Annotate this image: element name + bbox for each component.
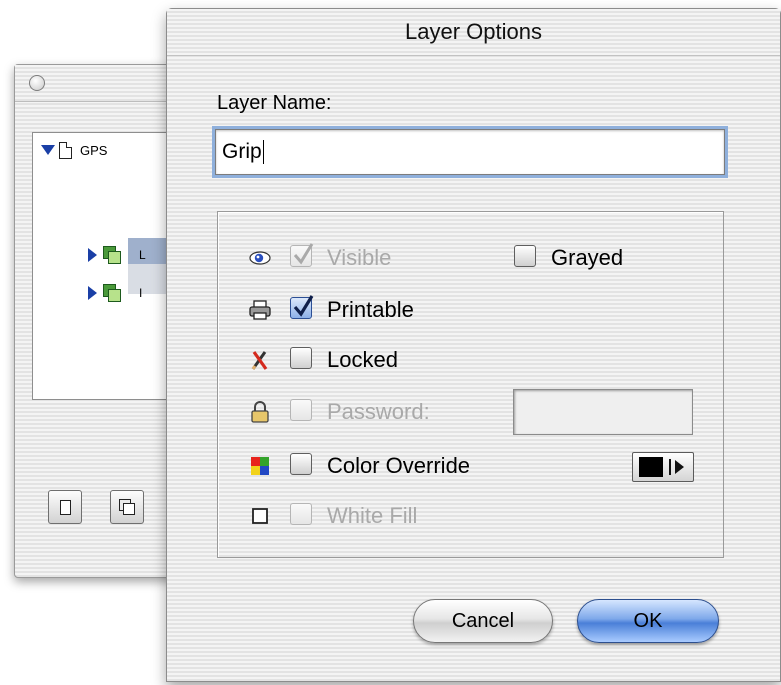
tree-item-label: GPS bbox=[80, 142, 108, 158]
white-fill-label: White Fill bbox=[327, 503, 418, 528]
new-document-icon bbox=[59, 499, 71, 515]
padlock-icon bbox=[248, 400, 272, 424]
color-override-label: Color Override bbox=[327, 453, 471, 478]
duplicate-layer-button[interactable] bbox=[110, 490, 144, 524]
visible-label: Visible bbox=[327, 245, 392, 270]
white-fill-checkbox[interactable] bbox=[290, 503, 312, 525]
popup-arrow-icon bbox=[675, 460, 684, 474]
grayed-checkbox[interactable] bbox=[514, 245, 536, 267]
text-caret bbox=[262, 140, 264, 165]
grayed-label: Grayed bbox=[551, 245, 624, 270]
cancel-button[interactable]: Cancel bbox=[413, 599, 553, 643]
layer-name-label: Layer Name: bbox=[217, 92, 332, 114]
dialog-title: Layer Options bbox=[405, 19, 542, 44]
locked-row: Locked bbox=[218, 342, 723, 378]
tree-item-layer-2[interactable]: I bbox=[88, 280, 142, 306]
tree-item-label: L bbox=[139, 248, 146, 262]
crossed-pencil-icon bbox=[248, 348, 272, 372]
white-square-icon bbox=[248, 504, 272, 528]
visible-checkbox[interactable] bbox=[290, 243, 314, 267]
printable-row: Printable bbox=[218, 292, 723, 328]
eye-icon bbox=[248, 246, 272, 270]
white-fill-row: White Fill bbox=[218, 498, 723, 534]
password-checkbox[interactable] bbox=[290, 399, 312, 421]
disclosure-collapsed-icon[interactable] bbox=[88, 248, 97, 262]
ok-button[interactable]: OK bbox=[577, 599, 719, 643]
printable-checkbox[interactable] bbox=[290, 295, 314, 319]
tree-item-label: I bbox=[139, 286, 143, 300]
tree-item-layer-1[interactable]: L bbox=[88, 242, 146, 268]
layer-icon bbox=[103, 284, 121, 302]
printable-label: Printable bbox=[327, 297, 414, 322]
password-label: Password: bbox=[327, 399, 430, 424]
disclosure-expanded-icon[interactable] bbox=[41, 145, 55, 155]
layer-icon bbox=[103, 246, 121, 264]
layer-options-dialog: Layer Options Layer Name: Grip Visible G… bbox=[166, 8, 781, 682]
visible-row: Visible Grayed bbox=[218, 240, 723, 276]
options-group: Visible Grayed Printable Locked Password… bbox=[217, 211, 724, 558]
password-field[interactable] bbox=[513, 389, 693, 435]
layer-name-input[interactable]: Grip bbox=[215, 129, 725, 175]
color-swatch bbox=[639, 457, 663, 477]
color-picker-button[interactable] bbox=[632, 452, 694, 482]
disclosure-collapsed-icon[interactable] bbox=[88, 286, 97, 300]
tree-item-root[interactable]: GPS bbox=[41, 137, 107, 163]
dialog-title-bar[interactable]: Layer Options bbox=[167, 9, 780, 56]
document-icon bbox=[59, 141, 72, 159]
new-layer-button[interactable] bbox=[48, 490, 82, 524]
locked-checkbox[interactable] bbox=[290, 347, 312, 369]
close-button[interactable] bbox=[29, 75, 45, 91]
duplicate-layer-icon bbox=[119, 499, 135, 515]
color-squares-icon bbox=[248, 454, 272, 478]
layer-name-value: Grip bbox=[222, 140, 262, 163]
printer-icon bbox=[248, 298, 272, 322]
color-override-checkbox[interactable] bbox=[290, 453, 312, 475]
locked-label: Locked bbox=[327, 347, 398, 372]
